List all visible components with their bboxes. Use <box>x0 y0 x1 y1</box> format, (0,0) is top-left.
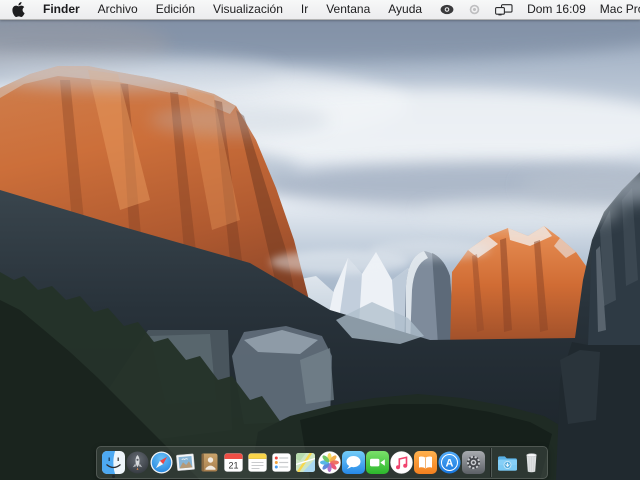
notes-icon <box>248 453 267 472</box>
downloads-folder-icon <box>498 456 517 471</box>
ibooks-icon <box>414 451 437 474</box>
photos-pinwheel-icon <box>318 451 341 474</box>
messages-icon <box>342 451 365 474</box>
menu-visualizacion[interactable]: Visualización <box>204 0 292 19</box>
menu-ir[interactable]: Ir <box>292 0 317 19</box>
menu-bar-status: Dom 16:09 Mac Pro <box>431 0 640 19</box>
reminders-icon <box>272 453 291 472</box>
dock-item-contacts[interactable] <box>198 451 221 474</box>
nvidia-gpu-dim-icon <box>469 4 480 15</box>
apple-icon <box>12 2 25 17</box>
displays-icon <box>495 3 513 15</box>
dock-item-system-preferences[interactable] <box>462 451 485 474</box>
menu-bar-left: Finder Archivo Edición Visualización Ir … <box>0 0 431 19</box>
nvidia-gpu-menu[interactable] <box>431 0 461 19</box>
menu-ventana[interactable]: Ventana <box>317 0 379 19</box>
contacts-icon <box>201 453 218 472</box>
finder-icon <box>102 451 125 474</box>
itunes-icon <box>390 451 413 474</box>
menu-finder[interactable]: Finder <box>34 0 89 19</box>
dock: 21 A <box>96 446 548 479</box>
nvidia-gpu-icon <box>440 4 454 15</box>
dock-item-calendar[interactable]: 21 <box>222 451 245 474</box>
dock-item-mail[interactable] <box>174 451 197 474</box>
menu-bar: Finder Archivo Edición Visualización Ir … <box>0 0 640 20</box>
dock-item-itunes[interactable] <box>390 451 413 474</box>
dock-item-ibooks[interactable] <box>414 451 437 474</box>
dock-item-safari[interactable] <box>150 451 173 474</box>
dock-item-messages[interactable] <box>342 451 365 474</box>
dock-item-finder[interactable] <box>102 451 125 478</box>
calendar-icon: 21 <box>224 453 243 472</box>
app-store-icon: A <box>438 451 461 474</box>
svg-text:A: A <box>446 458 454 470</box>
nvidia-gpu-dim-menu[interactable] <box>461 0 488 19</box>
mail-stamp-icon <box>176 453 195 471</box>
dock-item-app-store[interactable]: A <box>438 451 461 474</box>
el-capitan-wallpaper-art <box>0 0 640 480</box>
clock-menu[interactable]: Dom 16:09 <box>520 0 593 19</box>
menu-archivo[interactable]: Archivo <box>89 0 147 19</box>
trash-icon <box>526 453 537 473</box>
dock-item-reminders[interactable] <box>270 451 293 474</box>
launchpad-icon <box>126 451 149 474</box>
dock-item-trash[interactable] <box>520 451 543 474</box>
dock-item-photos[interactable] <box>318 451 341 474</box>
maps-icon <box>296 453 315 472</box>
dock-item-downloads[interactable] <box>496 451 519 474</box>
facetime-icon <box>366 451 389 474</box>
user-session-menu[interactable]: Mac Pro <box>593 0 640 19</box>
displays-menu[interactable] <box>488 0 520 19</box>
dock-item-launchpad[interactable] <box>126 451 149 474</box>
menu-ayuda[interactable]: Ayuda <box>379 0 431 19</box>
svg-text:21: 21 <box>228 461 238 471</box>
desktop-wallpaper[interactable] <box>0 0 640 480</box>
dock-separator <box>490 448 491 477</box>
dock-item-maps[interactable] <box>294 451 317 474</box>
safari-icon <box>150 451 173 474</box>
dock-item-facetime[interactable] <box>366 451 389 474</box>
apple-menu[interactable] <box>0 0 34 19</box>
dock-item-notes[interactable] <box>246 451 269 474</box>
menu-edicion[interactable]: Edición <box>147 0 204 19</box>
system-preferences-icon <box>462 451 485 474</box>
